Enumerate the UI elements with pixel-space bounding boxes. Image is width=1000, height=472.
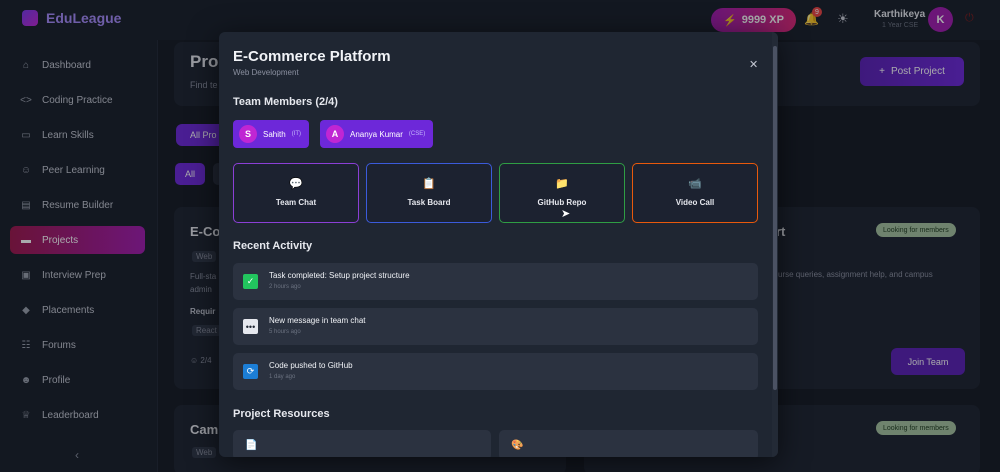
- scrollbar-thumb[interactable]: [773, 46, 777, 390]
- activity-text: Task completed: Setup project structure: [269, 271, 410, 280]
- check-icon: ✓: [243, 274, 258, 289]
- recent-activity-heading: Recent Activity: [233, 240, 313, 252]
- member-role: (IT): [291, 131, 302, 137]
- activity-time: 1 day ago: [269, 374, 296, 380]
- video-icon: 📹: [688, 178, 702, 190]
- task-board-button[interactable]: 📋 Task Board: [366, 163, 492, 223]
- activity-text: New message in team chat: [269, 316, 366, 325]
- video-call-button[interactable]: 📹 Video Call: [632, 163, 758, 223]
- member-chip[interactable]: A Ananya Kumar (CSE): [320, 120, 434, 148]
- member-role: (CSE): [408, 131, 426, 137]
- close-icon[interactable]: ✕: [749, 58, 758, 71]
- member-name: Ananya Kumar: [350, 129, 403, 139]
- chat-icon: 💬: [289, 178, 303, 190]
- activity-text: Code pushed to GitHub: [269, 361, 353, 370]
- document-icon: 📄: [245, 440, 258, 451]
- member-name: Sahith: [263, 129, 286, 139]
- member-chip[interactable]: S Sahith (IT): [233, 120, 310, 148]
- sync-icon: ⟳: [243, 364, 258, 379]
- message-icon: •••: [243, 319, 258, 334]
- resource-card[interactable]: 🎨: [499, 430, 758, 457]
- activity-item: ✓ Task completed: Setup project structur…: [233, 263, 758, 300]
- member-avatar: S: [239, 125, 257, 143]
- member-avatar: A: [326, 125, 344, 143]
- modal-subtitle: Web Development: [233, 68, 299, 77]
- github-repo-label: GitHub Repo: [537, 198, 587, 207]
- resource-card[interactable]: 📄: [233, 430, 491, 457]
- clipboard-icon: 📋: [422, 178, 436, 190]
- mouse-cursor-icon: ➤: [561, 208, 571, 220]
- team-members-heading: Team Members (2/4): [233, 96, 338, 108]
- project-modal: E-Commerce Platform Web Development ✕ Te…: [219, 32, 778, 457]
- video-call-label: Video Call: [675, 198, 715, 207]
- activity-item: ••• New message in team chat 5 hours ago: [233, 308, 758, 345]
- team-chat-button[interactable]: 💬 Team Chat: [233, 163, 359, 223]
- project-resources-heading: Project Resources: [233, 408, 330, 420]
- activity-time: 5 hours ago: [269, 329, 301, 335]
- team-chat-label: Team Chat: [275, 198, 317, 207]
- palette-icon: 🎨: [511, 440, 524, 451]
- folder-icon: 📁: [555, 178, 569, 190]
- modal-title: E-Commerce Platform: [233, 48, 391, 65]
- task-board-label: Task Board: [407, 198, 451, 207]
- activity-item: ⟳ Code pushed to GitHub 1 day ago: [233, 353, 758, 390]
- activity-time: 2 hours ago: [269, 284, 301, 290]
